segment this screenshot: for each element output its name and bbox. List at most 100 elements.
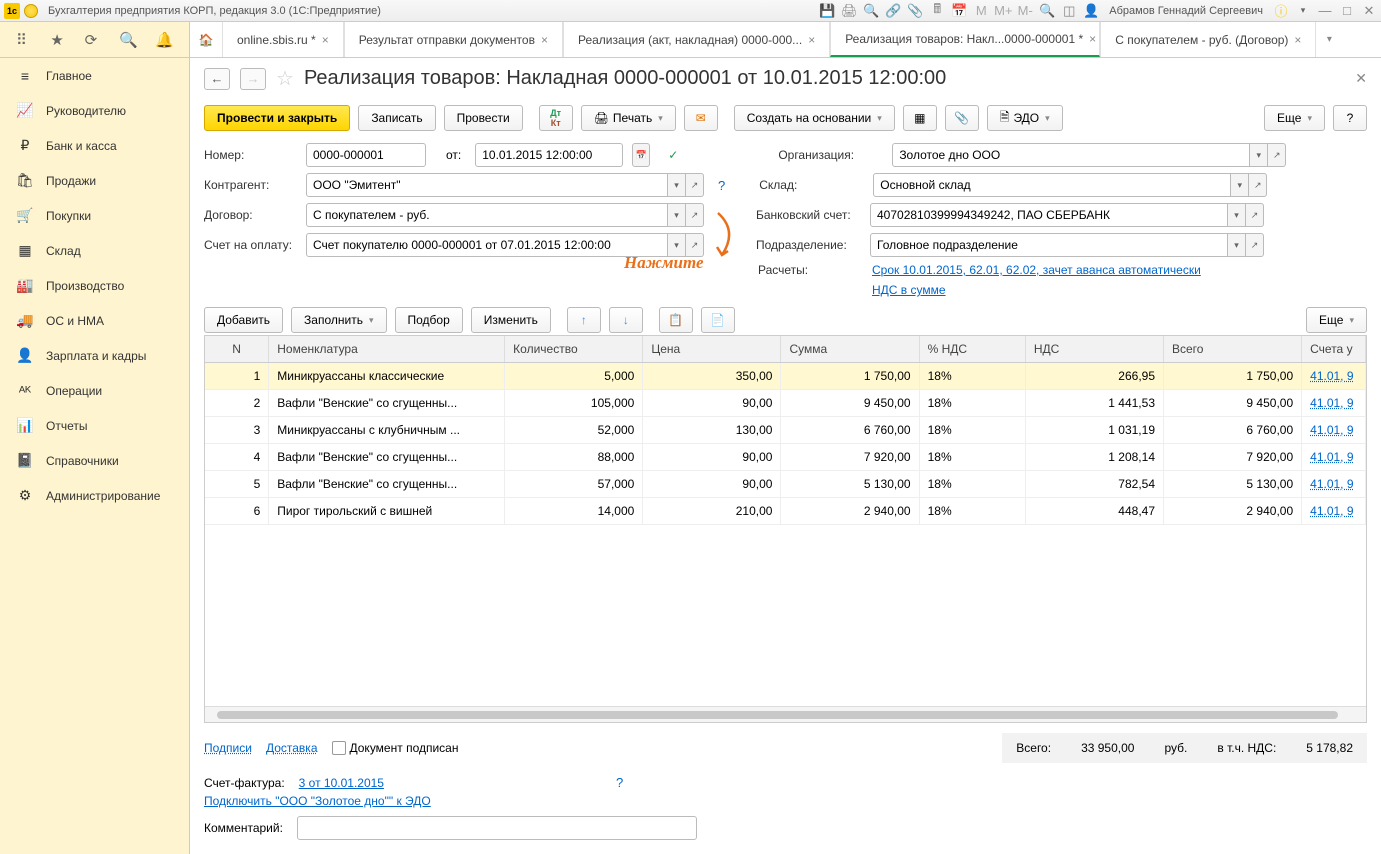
acct-link[interactable]: 41.01, 9 [1310, 450, 1353, 464]
post-button[interactable]: Провести [444, 105, 523, 131]
pick-button[interactable]: Подбор [395, 307, 463, 333]
dept-input[interactable] [870, 233, 1228, 257]
delivery-link[interactable]: Доставка [266, 741, 318, 755]
fill-button[interactable]: Заполнить [291, 307, 386, 333]
tab-close-icon[interactable]: × [541, 33, 548, 47]
sidebar-item-5[interactable]: ▦Склад [0, 233, 189, 268]
org-input[interactable] [892, 143, 1250, 167]
attach-button[interactable]: 📎 [945, 105, 979, 131]
zoom-icon[interactable]: 🔍 [1039, 3, 1055, 19]
windows-icon[interactable]: ◫ [1061, 3, 1077, 19]
clip-icon[interactable]: 📎 [907, 3, 923, 19]
contract-dropdown[interactable]: ▾ [668, 203, 686, 227]
nav-back-button[interactable]: ← [204, 68, 230, 90]
tab-close-icon[interactable]: × [1294, 33, 1301, 47]
maximize-icon[interactable]: □ [1339, 3, 1355, 19]
contract-input[interactable] [306, 203, 668, 227]
apps-icon[interactable]: ⠿ [16, 31, 32, 49]
h-scrollbar[interactable] [205, 706, 1366, 722]
sidebar-item-7[interactable]: 🚚ОС и НМА [0, 303, 189, 338]
tab-0[interactable]: online.sbis.ru *× [222, 22, 344, 57]
col-header[interactable]: N [205, 336, 269, 363]
col-header[interactable]: Счета у [1302, 336, 1366, 363]
bank-dropdown[interactable]: ▾ [1228, 203, 1246, 227]
sf-help-icon[interactable]: ? [612, 775, 627, 790]
col-header[interactable]: Цена [643, 336, 781, 363]
print-icon[interactable]: 🖨 [841, 3, 857, 19]
copy-button[interactable]: 📋 [659, 307, 693, 333]
sidebar-item-4[interactable]: 🛒Покупки [0, 198, 189, 233]
sidebar-item-1[interactable]: 📈Руководителю [0, 93, 189, 128]
help-icon[interactable]: ? [714, 178, 729, 193]
dept-dropdown[interactable]: ▾ [1228, 233, 1246, 257]
org-open[interactable]: ↗ [1268, 143, 1286, 167]
org-dropdown[interactable]: ▾ [1250, 143, 1268, 167]
info-caret[interactable]: ▾ [1295, 3, 1311, 19]
col-header[interactable]: % НДС [919, 336, 1025, 363]
notifications-icon[interactable]: 🔔 [155, 31, 173, 49]
acct-link[interactable]: 41.01, 9 [1310, 504, 1353, 518]
post-close-button[interactable]: Провести и закрыть [204, 105, 350, 131]
edo-button[interactable]: 🗎ЭДО [987, 105, 1063, 131]
dtkt-button[interactable]: ДтКт [539, 105, 573, 131]
close-window-icon[interactable]: ✕ [1361, 3, 1377, 19]
sidebar-item-8[interactable]: 👤Зарплата и кадры [0, 338, 189, 373]
signed-checkbox[interactable]: Документ подписан [332, 741, 459, 756]
comment-input[interactable] [297, 816, 697, 840]
tab-3[interactable]: Реализация товаров: Накл...0000-000001 *… [830, 22, 1100, 57]
search-icon[interactable]: 🔍 [119, 31, 137, 49]
m-minus-button[interactable]: М- [1017, 3, 1033, 19]
nav-fwd-button[interactable]: → [240, 68, 266, 90]
warehouse-open[interactable]: ↗ [1249, 173, 1267, 197]
table-row[interactable]: 3Миникруассаны с клубничным ...52,000130… [205, 417, 1366, 444]
minimize-icon[interactable]: — [1317, 3, 1333, 19]
tab-close-icon[interactable]: × [322, 33, 329, 47]
sidebar-item-9[interactable]: ᴬᴷОперации [0, 373, 189, 408]
m-plus-button[interactable]: М+ [995, 3, 1011, 19]
home-tab[interactable]: 🏠 [190, 22, 222, 57]
print-button[interactable]: 🖨Печать [581, 105, 676, 131]
warehouse-dropdown[interactable]: ▾ [1231, 173, 1249, 197]
number-input[interactable] [306, 143, 426, 167]
calendar-icon[interactable]: 📅 [951, 3, 967, 19]
table-row[interactable]: 6Пирог тирольский с вишней14,000210,002 … [205, 498, 1366, 525]
sidebar-item-2[interactable]: ₽Банк и касса [0, 128, 189, 163]
invoice-input[interactable] [306, 233, 668, 257]
page-close-button[interactable]: ✕ [1355, 70, 1367, 87]
table-row[interactable]: 5Вафли "Венские" со сгущенны...57,00090,… [205, 471, 1366, 498]
bank-input[interactable] [870, 203, 1228, 227]
col-header[interactable]: НДС [1025, 336, 1163, 363]
contragent-input[interactable] [306, 173, 668, 197]
create-based-button[interactable]: Создать на основании [734, 105, 895, 131]
contract-open[interactable]: ↗ [686, 203, 704, 227]
calc-link[interactable]: Срок 10.01.2015, 62.01, 62.02, зачет ава… [872, 263, 1201, 277]
acct-link[interactable]: 41.01, 9 [1310, 423, 1353, 437]
table-more-button[interactable]: Еще [1306, 307, 1367, 333]
sidebar-item-10[interactable]: 📊Отчеты [0, 408, 189, 443]
mail-button[interactable]: ✉ [684, 105, 718, 131]
history-icon[interactable]: ⟳ [85, 31, 101, 49]
dropdown-icon[interactable] [24, 4, 38, 18]
bank-open[interactable]: ↗ [1246, 203, 1264, 227]
contragent-dropdown[interactable]: ▾ [668, 173, 686, 197]
sidebar-item-11[interactable]: 📓Справочники [0, 443, 189, 478]
col-header[interactable]: Сумма [781, 336, 919, 363]
dept-open[interactable]: ↗ [1246, 233, 1264, 257]
favorite-button[interactable]: ☆ [276, 66, 294, 91]
help-button[interactable]: ? [1333, 105, 1367, 131]
acct-link[interactable]: 41.01, 9 [1310, 396, 1353, 410]
edit-button[interactable]: Изменить [471, 307, 551, 333]
save-icon[interactable]: 💾 [819, 3, 835, 19]
sf-link[interactable]: 3 от 10.01.2015 [299, 776, 384, 790]
table-row[interactable]: 1Миникруассаны классические5,000350,001 … [205, 363, 1366, 390]
calc-icon[interactable]: 🖩 [929, 3, 945, 19]
paste-button[interactable]: 📄 [701, 307, 735, 333]
date-input[interactable] [475, 143, 623, 167]
move-down-button[interactable]: ↓ [609, 307, 643, 333]
contragent-open[interactable]: ↗ [686, 173, 704, 197]
tabs-menu[interactable]: ▾ [1316, 22, 1342, 57]
m-button[interactable]: М [973, 3, 989, 19]
move-up-button[interactable]: ↑ [567, 307, 601, 333]
col-header[interactable]: Всего [1164, 336, 1302, 363]
user-name[interactable]: Абрамов Геннадий Сергеевич [1105, 5, 1267, 17]
